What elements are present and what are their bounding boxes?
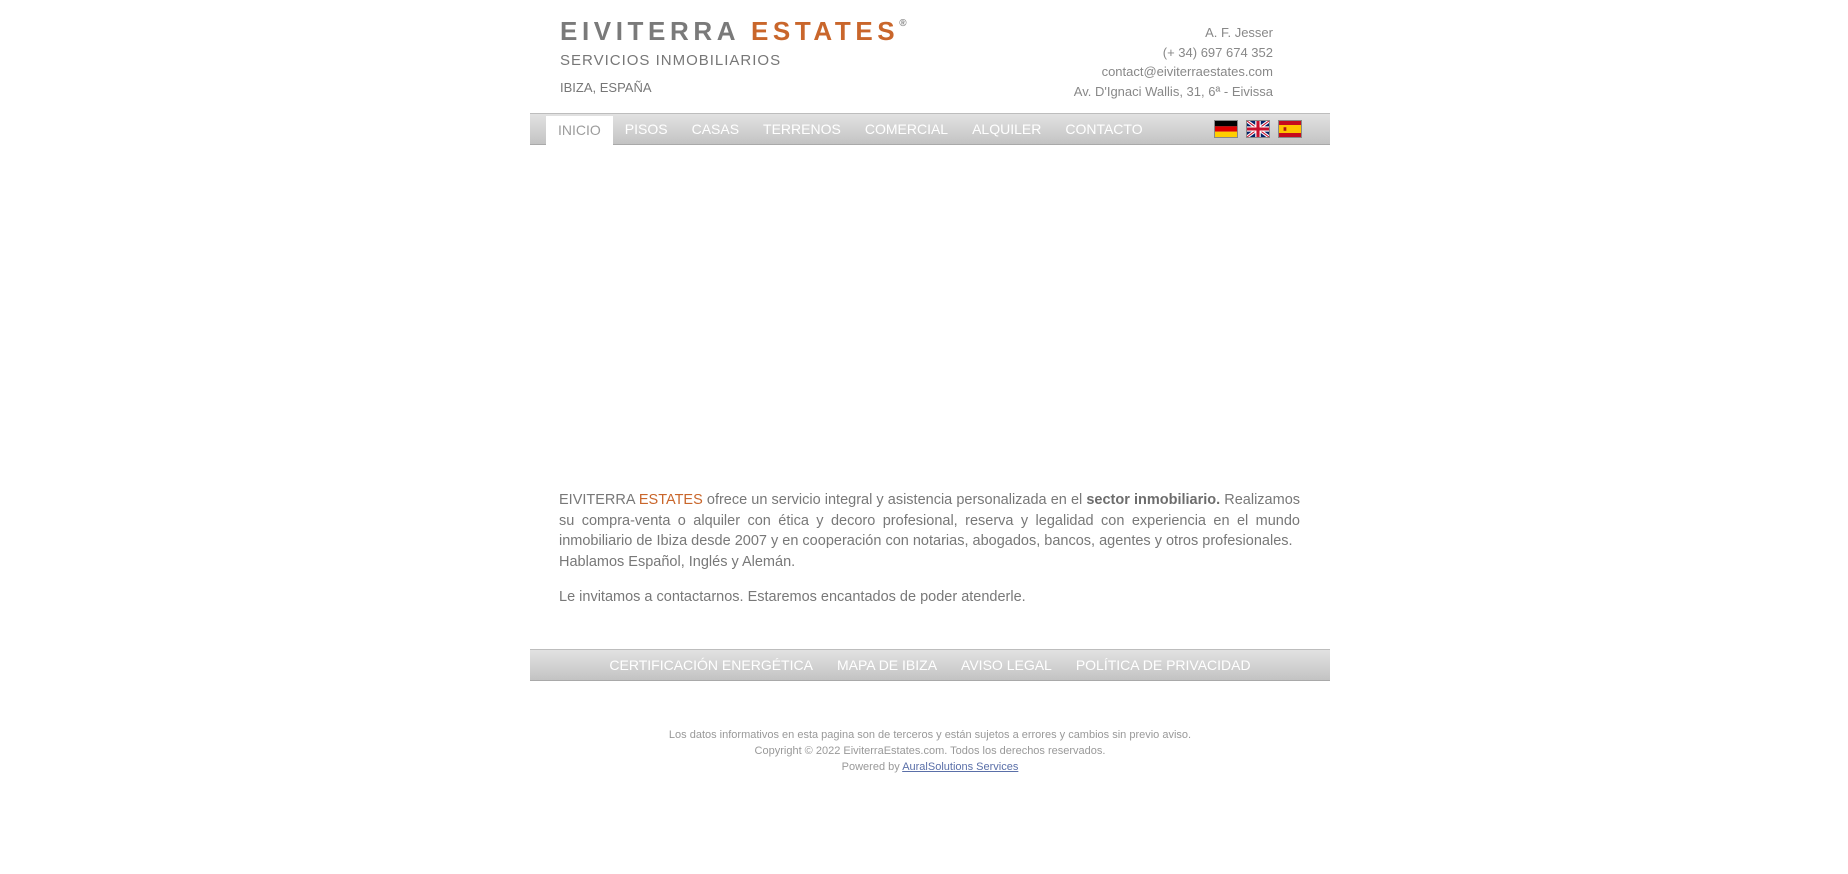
tagline: SERVICIOS INMOBILIARIOS xyxy=(560,52,782,69)
logo-name-part1: EIVITERRA xyxy=(560,16,740,46)
footer-link-privacidad[interactable]: POLÍTICA DE PRIVACIDAD xyxy=(1064,657,1263,673)
site-logo[interactable]: EIVITERRA ESTATES® xyxy=(560,16,907,47)
powered-by: Powered by AuralSolutions Services xyxy=(530,759,1330,775)
nav-item-alquiler[interactable]: ALQUILER xyxy=(960,115,1053,143)
contact-phone: (+ 34) 697 674 352 xyxy=(1162,44,1273,60)
disclaimer: Los datos informativos en esta pagina so… xyxy=(668,729,1192,741)
header: EIVITERRA ESTATES® SERVICIOS INMOBILIARI… xyxy=(530,0,1330,113)
contact-address: Av. D'Ignaci Wallis, 31, 6ª - Eivissa xyxy=(1073,83,1273,99)
banner-area xyxy=(530,145,1330,490)
intro-brand-part1: EIVITERRA xyxy=(559,492,635,508)
languages-text: Hablamos Español, Inglés y Alemán. xyxy=(559,553,796,570)
contact-email[interactable]: contact@eiviterraestates.com xyxy=(1074,62,1273,82)
nav-item-contacto[interactable]: CONTACTO xyxy=(1053,115,1154,143)
powered-prefix: Powered by xyxy=(841,761,903,773)
main-content: EIVITERRA ESTATES ofrece un servicio int… xyxy=(530,490,1330,608)
intro-brand-part2: ESTATES xyxy=(638,492,703,508)
nav-item-pisos[interactable]: PISOS xyxy=(613,115,680,143)
footer-nav: CERTIFICACIÓN ENERGÉTICA MAPA DE IBIZA A… xyxy=(530,649,1330,681)
nav-item-terrenos[interactable]: TERRENOS xyxy=(751,115,853,143)
powered-by-link[interactable]: AuralSolutions Services xyxy=(902,761,1018,773)
language-flags xyxy=(1214,120,1302,138)
footer-link-mapa[interactable]: MAPA DE IBIZA xyxy=(825,657,949,673)
registered-mark: ® xyxy=(899,18,907,30)
contact-name: A. F. Jesser xyxy=(1205,25,1273,40)
nav-item-comercial[interactable]: COMERCIAL xyxy=(853,115,960,143)
uk-flag-icon[interactable] xyxy=(1246,120,1270,138)
footer-link-aviso-legal[interactable]: AVISO LEGAL xyxy=(949,657,1064,673)
footer-link-certificacion[interactable]: CERTIFICACIÓN ENERGÉTICA xyxy=(597,657,825,673)
spain-flag-icon[interactable] xyxy=(1278,120,1302,138)
nav-item-inicio[interactable]: INICIO xyxy=(546,115,613,145)
intro-text-1: ofrece un servicio integral y asistencia… xyxy=(702,492,1087,508)
nav-item-casas[interactable]: CASAS xyxy=(680,115,751,143)
germany-flag-icon[interactable] xyxy=(1214,120,1238,138)
intro-paragraph: EIVITERRA ESTATES ofrece un servicio int… xyxy=(559,490,1300,572)
page-wrapper: EIVITERRA ESTATES® SERVICIOS INMOBILIARI… xyxy=(530,0,1330,773)
intro-bold: sector inmobiliario. xyxy=(1086,492,1221,508)
logo-name-part2: ESTATES xyxy=(750,16,900,46)
contact-block: A. F. Jesser (+ 34) 697 674 352 contact@… xyxy=(1074,23,1273,101)
page: EIVITERRA ESTATES® SERVICIOS INMOBILIARI… xyxy=(0,0,1848,874)
legal-footer: Los datos informativos en esta pagina so… xyxy=(530,727,1330,775)
copyright: Copyright © 2022 EiviterraEstates.com. T… xyxy=(754,745,1106,757)
main-nav: INICIO PISOS CASAS TERRENOS COMERCIAL AL… xyxy=(530,113,1330,145)
location: IBIZA, ESPAÑA xyxy=(560,80,652,95)
invite-text: Le invitamos a contactarnos. Estaremos e… xyxy=(559,589,1026,605)
